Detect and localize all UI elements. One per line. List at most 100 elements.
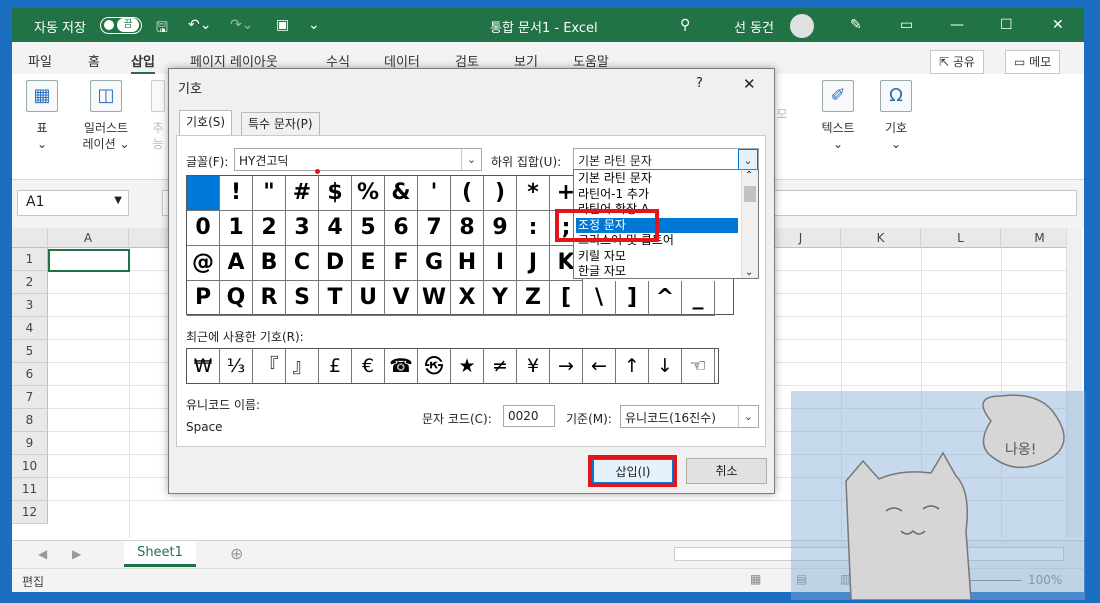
help-icon[interactable]: ? — [696, 76, 703, 91]
row-header[interactable]: 1 — [12, 248, 48, 271]
symbol-cell[interactable]: [ — [550, 281, 583, 316]
share-button[interactable]: ⇱ 공유 — [930, 50, 984, 74]
subset-option[interactable]: 한글 자모 — [576, 264, 738, 279]
close-icon[interactable]: ✕ — [1052, 17, 1064, 33]
symbol-cell[interactable]: " — [253, 176, 286, 211]
row-header[interactable]: 8 — [12, 409, 48, 432]
symbol-cell[interactable]: C — [286, 246, 319, 281]
undo-icon[interactable]: ↶⌄ — [188, 17, 211, 33]
symbol-cell[interactable]: % — [352, 176, 385, 211]
symbol-cell[interactable]: 2 — [253, 211, 286, 246]
recent-symbol[interactable]: € — [352, 349, 385, 383]
row-header[interactable]: 9 — [12, 432, 48, 455]
autosave-toggle[interactable]: 끔 — [100, 17, 142, 34]
symbol-cell[interactable]: G — [418, 246, 451, 281]
font-select[interactable]: HY견고딕 ⌄ — [234, 148, 482, 171]
tab-symbols[interactable]: 기호(S) — [179, 110, 233, 136]
symbol-cell[interactable]: 5 — [352, 211, 385, 246]
symbol-cell[interactable]: Y — [484, 281, 517, 316]
recent-symbol[interactable]: ☜ — [682, 349, 715, 383]
column-header-a[interactable]: A — [48, 228, 129, 248]
symbol-cell[interactable]: ( — [451, 176, 484, 211]
row-header[interactable]: 3 — [12, 294, 48, 317]
symbol-cell[interactable]: 0 — [187, 211, 220, 246]
memo-button[interactable]: ▭ 메모 — [1005, 50, 1061, 74]
subset-option[interactable]: 라틴어-1 추가 — [576, 187, 738, 202]
symbol-cell[interactable]: P — [187, 281, 220, 316]
from-select[interactable]: 유니코드(16진수) ⌄ — [620, 405, 759, 428]
symbol-cell[interactable]: : — [517, 211, 550, 246]
symbol-cell[interactable]: E — [352, 246, 385, 281]
symbol-cell[interactable]: I — [484, 246, 517, 281]
symbol-cell-selected[interactable] — [187, 176, 220, 211]
dialog-close-icon[interactable]: ✕ — [743, 75, 756, 93]
search-icon[interactable]: ⚲ — [680, 17, 690, 33]
row-header[interactable]: 11 — [12, 478, 48, 501]
recent-symbol[interactable]: 『 — [253, 349, 286, 383]
scroll-right-icon[interactable]: ▶ — [72, 547, 81, 561]
column-header-k[interactable]: K — [841, 228, 921, 248]
maximize-icon[interactable]: ☐ — [1000, 17, 1013, 33]
symbol-cell[interactable]: ' — [418, 176, 451, 211]
symbol-cell[interactable]: Z — [517, 281, 550, 316]
symbol-cell[interactable]: V — [385, 281, 418, 316]
text-button[interactable]: ✐ 텍스트 ⌄ — [814, 80, 862, 152]
subset-select[interactable]: 기본 라틴 문자 ⌄ — [573, 148, 759, 171]
recent-symbol[interactable]: ≠ — [484, 349, 517, 383]
faded-button[interactable]: 추능 — [148, 80, 168, 152]
avatar[interactable] — [790, 14, 814, 38]
symbol-cell[interactable]: ] — [616, 281, 649, 316]
symbol-cell[interactable]: 7 — [418, 211, 451, 246]
symbol-cell[interactable]: R — [253, 281, 286, 316]
row-header[interactable]: 6 — [12, 363, 48, 386]
row-header[interactable]: 5 — [12, 340, 48, 363]
symbol-cell[interactable]: _ — [682, 281, 715, 316]
recent-symbol[interactable]: → — [550, 349, 583, 383]
ribbon-display-icon[interactable]: ▭ — [900, 17, 913, 33]
symbol-cell[interactable]: @ — [187, 246, 220, 281]
symbol-cell[interactable]: ! — [220, 176, 253, 211]
recent-symbol[interactable]: ★ — [451, 349, 484, 383]
symbol-cell[interactable]: # — [286, 176, 319, 211]
customize-icon[interactable]: ⌄ — [308, 17, 320, 33]
recent-symbol[interactable]: ☎ — [385, 349, 418, 383]
name-box[interactable]: A1 ▼ — [17, 190, 129, 216]
char-code-input[interactable]: 0020 — [503, 405, 555, 427]
recent-symbol[interactable]: ⅓ — [220, 349, 253, 383]
symbol-cell[interactable]: $ — [319, 176, 352, 211]
subset-option[interactable]: 키릴 자모 — [576, 249, 738, 264]
symbol-cell[interactable]: * — [517, 176, 550, 211]
tab-special-characters[interactable]: 특수 문자(P) — [241, 112, 320, 136]
minimize-icon[interactable]: — — [950, 17, 964, 33]
symbol-cell[interactable]: H — [451, 246, 484, 281]
symbol-cell[interactable]: F — [385, 246, 418, 281]
symbol-cell[interactable]: ) — [484, 176, 517, 211]
normal-view-icon[interactable]: ▦ — [750, 572, 761, 586]
redo-icon[interactable]: ↷⌄ — [230, 17, 253, 33]
pen-icon[interactable]: ✎ — [850, 17, 862, 33]
symbol-cell[interactable]: 9 — [484, 211, 517, 246]
add-sheet-icon[interactable]: ⊕ — [230, 544, 243, 563]
symbol-cell[interactable]: 4 — [319, 211, 352, 246]
recent-symbol[interactable]: ₩ — [187, 349, 220, 383]
symbol-cell[interactable]: S — [286, 281, 319, 316]
sheet-tab-sheet1[interactable]: Sheet1 — [124, 541, 196, 567]
recent-symbol[interactable]: ↓ — [649, 349, 682, 383]
row-header[interactable]: 12 — [12, 501, 48, 524]
symbol-cell[interactable]: D — [319, 246, 352, 281]
menu-insert[interactable]: 삽입 — [131, 51, 155, 75]
symbol-cell[interactable]: 8 — [451, 211, 484, 246]
recent-symbol[interactable]: 』 — [286, 349, 319, 383]
subset-option[interactable]: 기본 라틴 문자 — [576, 171, 738, 186]
symbol-cell[interactable]: A — [220, 246, 253, 281]
symbol-cell[interactable]: 1 — [220, 211, 253, 246]
symbol-cell[interactable]: ^ — [649, 281, 682, 316]
symbol-cell[interactable]: U — [352, 281, 385, 316]
row-header[interactable]: 2 — [12, 271, 48, 294]
symbol-cell[interactable]: W — [418, 281, 451, 316]
illustrations-button[interactable]: ◫ 일러스트 레이션 ⌄ — [76, 80, 136, 152]
row-header[interactable]: 7 — [12, 386, 48, 409]
recent-symbol[interactable]: ← — [583, 349, 616, 383]
cancel-button[interactable]: 취소 — [686, 458, 767, 484]
symbol-cell[interactable]: J — [517, 246, 550, 281]
